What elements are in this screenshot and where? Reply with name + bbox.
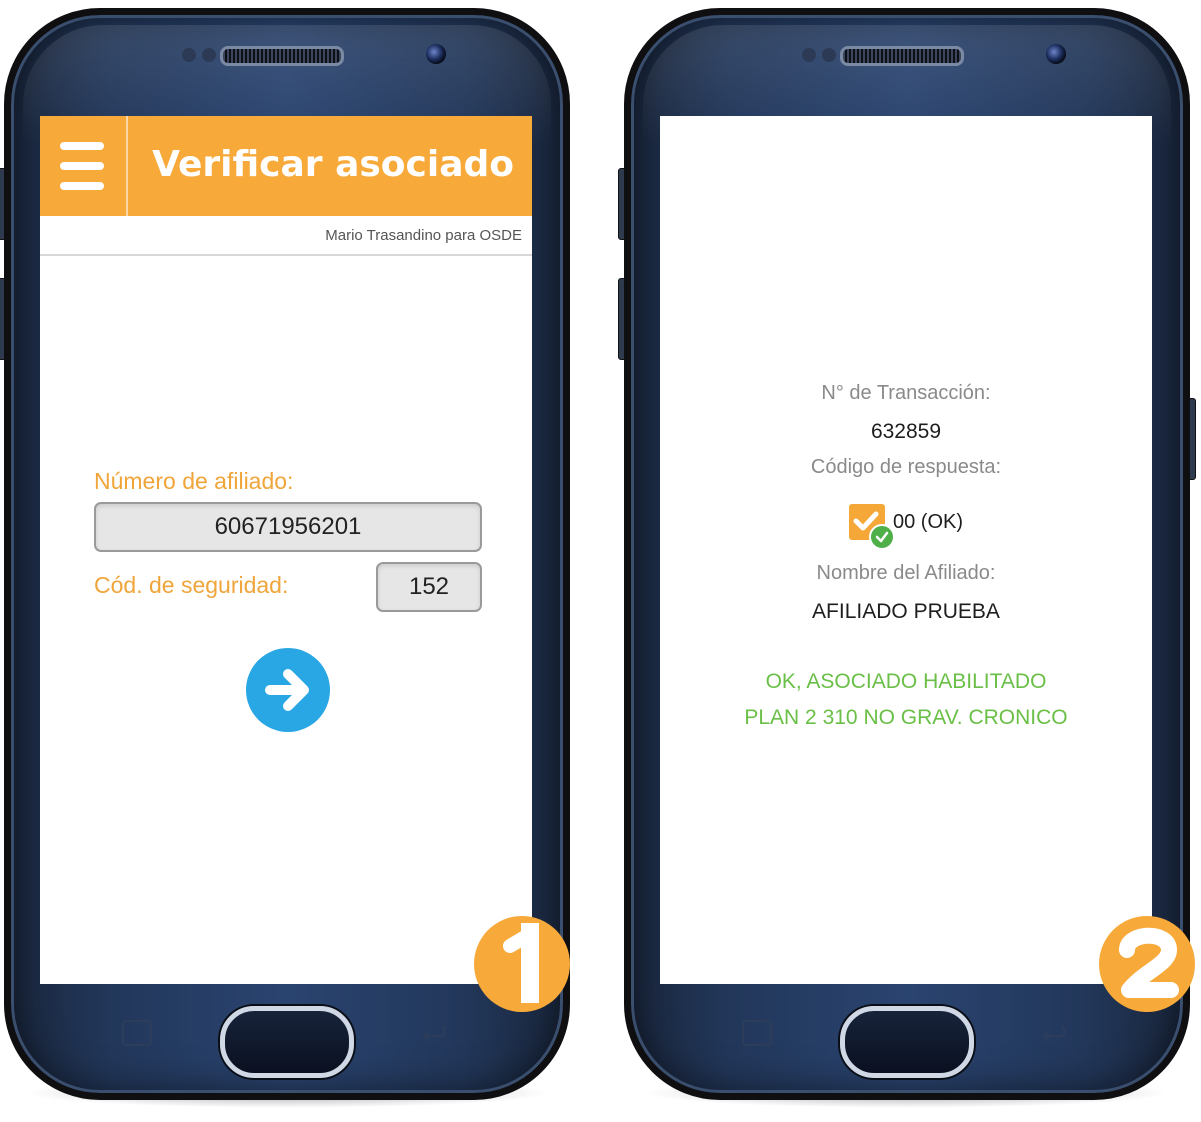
check-badge-icon — [868, 524, 895, 550]
recent-apps-icon[interactable] — [742, 1020, 772, 1046]
page-title: Verificar asociado — [152, 144, 514, 185]
affiliate-number-input[interactable]: 60671956201 — [94, 502, 482, 552]
status-message-line1: OK, ASOCIADO HABILITADO — [765, 670, 1047, 693]
status-message-line2: PLAN 2 310 NO GRAV. CRONICO — [744, 706, 1068, 729]
app-header: Verificar asociado — [40, 116, 532, 216]
security-code-input[interactable]: 152 — [376, 562, 482, 612]
step-badge-1 — [468, 910, 576, 1014]
submit-button[interactable] — [246, 648, 330, 732]
recent-apps-icon[interactable] — [122, 1020, 152, 1046]
response-code-row: 00 (OK) — [660, 500, 1152, 550]
arrow-right-icon — [265, 669, 309, 711]
affiliate-name-value: AFILIADO PRUEBA — [812, 600, 1000, 623]
app-screen-verify: Verificar asociado Mario Trasandino para… — [40, 116, 532, 984]
earpiece-speaker — [220, 46, 344, 66]
transaction-value: 632859 — [870, 420, 942, 443]
front-camera — [1046, 44, 1066, 64]
proximity-sensor — [802, 48, 816, 62]
affiliate-number-label: Número de afiliado: — [94, 468, 294, 494]
app-screen-result: N° de Transacción: 632859 Código de resp… — [660, 116, 1152, 984]
proximity-sensor — [182, 48, 196, 62]
security-code-label: Cód. de seguridad: — [94, 572, 289, 598]
step-badge-2 — [1093, 910, 1201, 1014]
earpiece-speaker — [840, 46, 964, 66]
user-info-bar: Mario Trasandino para OSDE — [40, 216, 532, 256]
light-sensor — [202, 48, 216, 62]
affiliate-name-label: Nombre del Afiliado: — [816, 562, 996, 584]
user-info-text: Mario Trasandino para OSDE — [325, 227, 522, 244]
light-sensor — [822, 48, 836, 62]
back-icon[interactable] — [1038, 1022, 1068, 1041]
home-button[interactable] — [220, 1006, 354, 1078]
back-icon[interactable] — [418, 1022, 448, 1041]
response-code-label: Código de respuesta: — [810, 456, 1002, 478]
response-code-value: 00 (OK) — [892, 510, 964, 533]
checkmark-icon — [848, 504, 895, 550]
menu-button[interactable] — [40, 116, 128, 216]
transaction-label: N° de Transacción: — [821, 382, 991, 404]
front-camera — [426, 44, 446, 64]
home-button[interactable] — [840, 1006, 974, 1078]
